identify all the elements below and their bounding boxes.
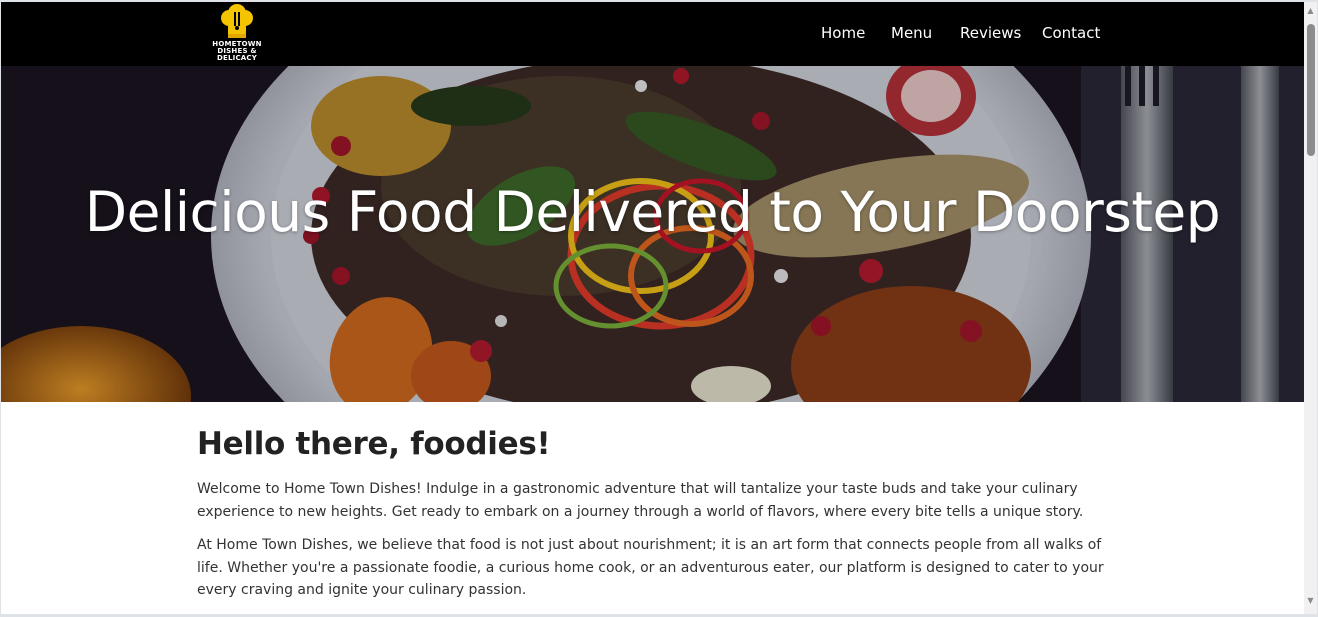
arrow-down-icon[interactable]: ▼ [1304,594,1317,608]
nav-menu: Home Menu Reviews Contact [1,2,1304,66]
intro-heading: Hello there, foodies! [197,426,551,462]
intro-paragraph-1: Welcome to Home Town Dishes! Indulge in … [197,481,1084,520]
browser-viewport: HOMETOWN DISHES & DELICACY Home Menu Rev… [1,2,1304,614]
nav-contact-link[interactable]: Contact [1042,24,1100,42]
arrow-up-icon[interactable]: ▲ [1304,4,1317,18]
nav-menu-link[interactable]: Menu [891,24,932,42]
navbar: HOMETOWN DISHES & DELICACY Home Menu Rev… [1,2,1304,66]
intro-section: Hello there, foodies! Welcome to Home To… [197,422,1107,613]
scrollbar-thumb[interactable] [1307,24,1315,156]
nav-home-link[interactable]: Home [821,24,865,42]
nav-reviews-link[interactable]: Reviews [960,24,1021,42]
intro-paragraph-2: At Home Town Dishes, we believe that foo… [197,537,1104,598]
hero-section: Delicious Food Delivered to Your Doorste… [1,66,1304,402]
hero-title: Delicious Food Delivered to Your Doorste… [84,180,1221,244]
vertical-scrollbar[interactable]: ▲ ▼ [1304,2,1317,614]
